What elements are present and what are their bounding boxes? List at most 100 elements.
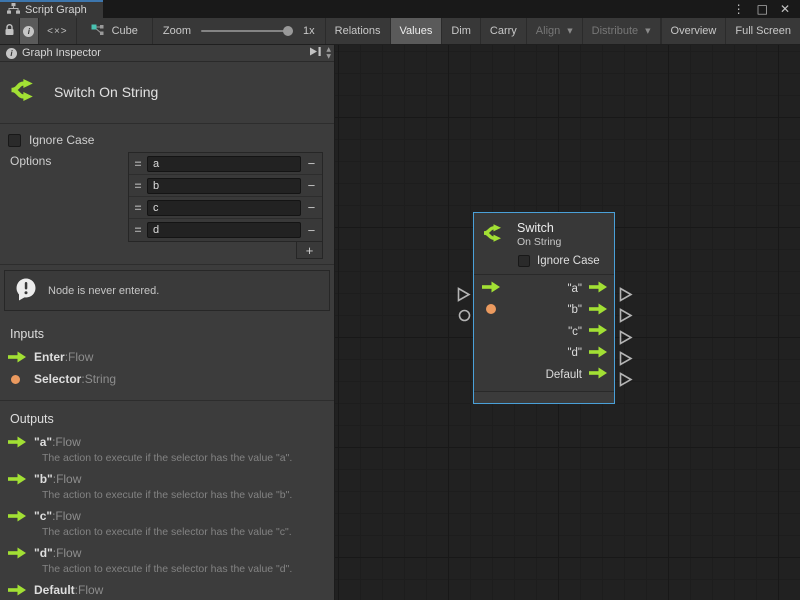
- output-type: Flow: [56, 546, 81, 560]
- align-dropdown[interactable]: Align▼: [527, 18, 583, 44]
- graph-hierarchy-icon: [7, 3, 20, 17]
- switch-on-string-node[interactable]: Switch On String Ignore Case "a" "b" "c"…: [473, 212, 615, 404]
- output-description: The action to execute if the selector ha…: [42, 526, 324, 538]
- inspector-toggle-button[interactable]: i: [20, 18, 40, 44]
- port-row-default: Default: [474, 364, 614, 386]
- flow-arrow-icon[interactable]: [589, 346, 608, 361]
- enter-port-icon[interactable]: [482, 280, 501, 298]
- output-name: "b": [34, 472, 53, 486]
- node-title: Switch: [517, 221, 561, 235]
- flow-arrow-icon[interactable]: [589, 367, 608, 382]
- carry-button[interactable]: Carry: [481, 18, 527, 44]
- switch-on-string-icon: [9, 75, 39, 108]
- remove-option-button[interactable]: −: [304, 200, 319, 215]
- external-flow-port-icon[interactable]: [619, 351, 633, 371]
- output-description: The action to execute if the selector ha…: [42, 489, 324, 501]
- zoom-slider[interactable]: [201, 30, 293, 32]
- port-label: "b": [567, 304, 582, 316]
- dim-button[interactable]: Dim: [442, 18, 481, 44]
- option-row: = −: [129, 175, 322, 197]
- dim-label: Dim: [451, 25, 471, 37]
- option-row: = −: [129, 153, 322, 175]
- fullscreen-button[interactable]: Full Screen: [726, 18, 800, 44]
- port-label: "c": [568, 326, 582, 338]
- drag-handle-icon[interactable]: =: [132, 223, 144, 237]
- scroll-down-icon[interactable]: ▼: [326, 54, 331, 60]
- chevron-down-icon: ▼: [567, 27, 572, 35]
- code-view-button[interactable]: <×>: [39, 18, 76, 44]
- info-icon: i: [23, 26, 34, 37]
- input-name: Selector: [34, 372, 81, 386]
- drag-handle-icon[interactable]: =: [132, 179, 144, 193]
- remove-option-button[interactable]: −: [304, 156, 319, 171]
- external-value-port-icon[interactable]: [458, 309, 471, 327]
- options-list: = − = − = − = −: [128, 152, 323, 242]
- option-row: = −: [129, 197, 322, 219]
- distribute-label: Distribute: [592, 25, 638, 37]
- distribute-dropdown[interactable]: Distribute▼: [583, 18, 661, 44]
- dock-panel-icon[interactable]: [309, 46, 322, 60]
- values-button[interactable]: Values: [391, 18, 443, 44]
- close-icon[interactable]: ✕: [780, 3, 790, 15]
- ignore-case-checkbox[interactable]: [8, 134, 21, 147]
- remove-option-button[interactable]: −: [304, 178, 319, 193]
- external-flow-port-icon[interactable]: [619, 330, 633, 350]
- unit-title: Switch On String: [54, 84, 158, 100]
- overview-button[interactable]: Overview: [661, 18, 727, 44]
- port-row-a: "a": [474, 278, 614, 300]
- output-description: The action to execute if the selector ha…: [42, 563, 324, 575]
- window-tab-bar: Script Graph ⋮ □ ✕: [0, 0, 800, 18]
- external-flow-port-icon[interactable]: [619, 308, 633, 328]
- divider: [0, 264, 334, 265]
- port-label: "a": [567, 283, 582, 295]
- outputs-header: Outputs: [0, 401, 334, 431]
- unit-title-block: Switch On String: [0, 62, 334, 124]
- drag-handle-icon[interactable]: =: [132, 201, 144, 215]
- graph-inspector-panel: i Graph Inspector ▲▼ Switch On String Ig…: [0, 45, 335, 600]
- graph-owner-label: Cube: [112, 25, 138, 37]
- node-header[interactable]: Switch On String: [474, 213, 614, 252]
- drag-handle-icon[interactable]: =: [132, 157, 144, 171]
- scroll-spinner[interactable]: ▲▼: [326, 47, 332, 60]
- flow-arrow-icon[interactable]: [589, 303, 608, 318]
- scroll-up-icon[interactable]: ▲: [326, 47, 331, 53]
- tab-script-graph[interactable]: Script Graph: [0, 0, 103, 18]
- graph-canvas[interactable]: Switch On String Ignore Case "a" "b" "c"…: [335, 45, 800, 600]
- option-input[interactable]: [147, 178, 301, 194]
- zoom-slider-handle[interactable]: [283, 26, 293, 36]
- flow-arrow-icon[interactable]: [589, 324, 608, 339]
- option-input[interactable]: [147, 200, 301, 216]
- graph-owner-button[interactable]: Cube: [77, 18, 153, 44]
- input-row-selector: Selector : String: [0, 368, 334, 390]
- output-type: Flow: [78, 583, 103, 597]
- external-flow-port-icon[interactable]: [619, 372, 633, 392]
- flow-arrow-icon[interactable]: [589, 281, 608, 296]
- flow-arrow-icon: [8, 584, 34, 596]
- window-menu-icon[interactable]: ⋮: [733, 3, 745, 15]
- selector-port-icon[interactable]: [486, 301, 496, 319]
- output-type: Flow: [55, 509, 80, 523]
- inputs-header: Inputs: [0, 316, 334, 346]
- port-row-d: "d": [474, 343, 614, 365]
- flow-arrow-icon: [8, 351, 34, 363]
- remove-option-button[interactable]: −: [304, 223, 319, 238]
- relations-button[interactable]: Relations: [326, 18, 391, 44]
- relations-label: Relations: [335, 25, 381, 37]
- node-ignore-case-checkbox[interactable]: [518, 255, 530, 267]
- warning-text: Node is never entered.: [48, 285, 159, 297]
- port-row-c: "c": [474, 321, 614, 343]
- inspector-header: i Graph Inspector ▲▼: [0, 45, 334, 62]
- lock-button[interactable]: [0, 18, 20, 44]
- maximize-icon[interactable]: □: [757, 3, 768, 15]
- input-row-enter: Enter : Flow: [0, 346, 334, 368]
- code-icon: <×>: [47, 26, 68, 37]
- option-input[interactable]: [147, 222, 301, 238]
- port-label: Default: [546, 369, 582, 381]
- output-description: The action to execute if the selector ha…: [42, 452, 324, 464]
- external-flow-port-icon[interactable]: [619, 287, 633, 307]
- add-option-button[interactable]: +: [296, 241, 323, 259]
- external-flow-port-icon[interactable]: [457, 287, 471, 307]
- node-body: "a" "b" "c" "d" Default: [474, 274, 614, 391]
- option-row: = −: [129, 219, 322, 241]
- option-input[interactable]: [147, 156, 301, 172]
